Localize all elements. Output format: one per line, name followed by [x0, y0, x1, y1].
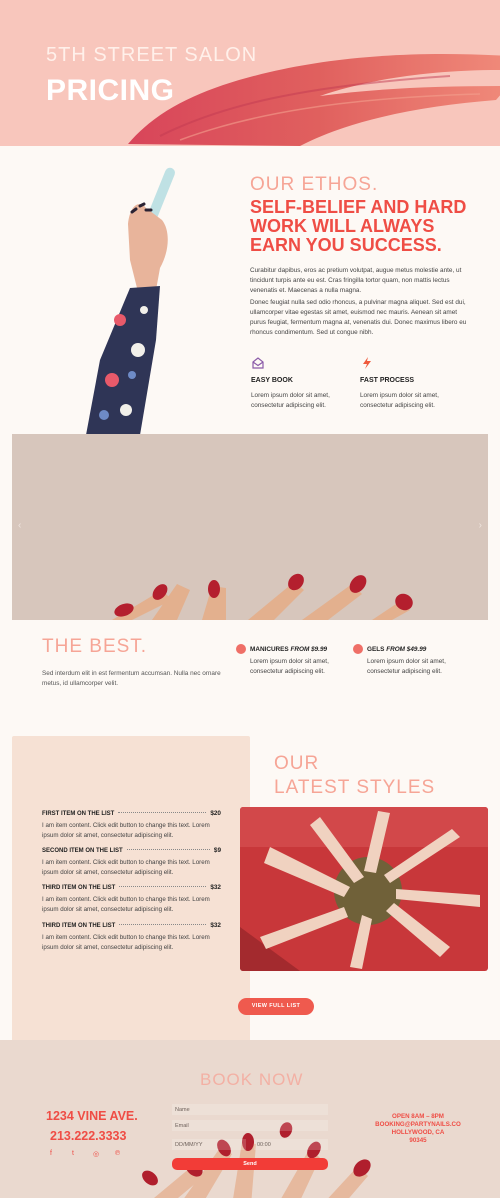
leader-dots: [126, 849, 210, 850]
best-title: THE BEST.: [42, 636, 148, 657]
book-now-title: BOOK NOW: [200, 1070, 304, 1089]
latest-styles-image: [240, 807, 488, 971]
arm-holding-nail-file-image: [86, 167, 175, 435]
ethos-paragraph: Curabitur dapibus, eros ac pretium volut…: [250, 267, 462, 294]
leader-dots: [119, 886, 207, 887]
hero-banner: 5TH STREET SALON PRICING: [0, 0, 500, 146]
page-title: PRICING: [46, 74, 175, 107]
service-price: FROM $9.99: [290, 646, 328, 653]
menu-item: SECOND ITEM ON THE LIST $9 I am item cont…: [42, 847, 221, 878]
phone-number[interactable]: 213.222.3333: [50, 1129, 126, 1143]
menu-item-name: SECOND ITEM ON THE LIST: [42, 848, 123, 854]
chevron-right-icon[interactable]: ›: [479, 520, 482, 531]
menu-item-desc: I am item content. Click edit button to …: [42, 896, 210, 913]
leader-dots: [118, 812, 207, 813]
opening-hours: OPEN 8AM – 8PM: [392, 1113, 444, 1120]
service-name: GELS: [367, 646, 385, 653]
address: 1234 VINE AVE.: [46, 1109, 138, 1123]
menu-item-desc: I am item content. Click edit button to …: [42, 859, 210, 876]
menu-item-name: FIRST ITEM ON THE LIST: [42, 811, 115, 817]
feature-title: FAST PROCESS: [360, 377, 415, 384]
time-field[interactable]: [254, 1139, 328, 1150]
city: HOLLYWOOD, CA: [391, 1129, 445, 1136]
bullet-icon: [236, 644, 246, 654]
ethos-eyebrow: OUR ETHOS.: [250, 174, 379, 195]
leader-dots: [119, 924, 207, 925]
image-slider[interactable]: ‹ ›: [12, 434, 488, 620]
ethos-headline: SELF-BELIEF AND HARD WORK WILL ALWAYS EA…: [250, 197, 467, 255]
menu-item-desc: I am item content. Click edit button to …: [42, 822, 210, 839]
service-text: Lorem ipsum dolor sit amet, consectetur …: [367, 658, 446, 675]
hero-eyebrow: 5TH STREET SALON: [46, 44, 258, 66]
bullet-icon: [353, 644, 363, 654]
service-text: Lorem ipsum dolor sit amet, consectetur …: [250, 658, 329, 675]
menu-item: THIRD ITEM ON THE LIST $32 I am item cont…: [42, 922, 221, 953]
view-full-list-button[interactable]: VIEW FULL LIST: [238, 998, 314, 1015]
pinterest-icon[interactable]: ℗: [115, 1150, 120, 1157]
menu-item-name: THIRD ITEM ON THE LIST: [42, 923, 116, 929]
menu-item-price: $9: [213, 847, 221, 854]
service-price: FROM $49.99: [386, 646, 427, 653]
menu-item-name: THIRD ITEM ON THE LIST: [42, 885, 116, 891]
best-text: Sed interdum elit in est fermentum accum…: [42, 670, 221, 687]
zip-code: 90345: [409, 1137, 427, 1144]
menu-item-price: $32: [210, 922, 221, 929]
menu-item: THIRD ITEM ON THE LIST $32 I am item cont…: [42, 884, 221, 915]
feature-easy-book: EASY BOOK Lorem ipsum dolor sit amet, co…: [251, 356, 356, 411]
feature-title: EASY BOOK: [251, 377, 293, 384]
instagram-icon[interactable]: ◎: [93, 1150, 99, 1158]
latest-styles-title: OUR LATEST STYLES: [274, 752, 435, 800]
twitter-icon[interactable]: t: [72, 1150, 74, 1157]
hands-circle-image: [240, 807, 488, 971]
menu-item-price: $32: [210, 884, 221, 891]
ethos-paragraph: Donec feugiat nulla sed odio rhoncus, a …: [250, 299, 467, 336]
menu-item-desc: I am item content. Click edit button to …: [42, 934, 210, 951]
send-button[interactable]: Send: [172, 1158, 328, 1170]
date-field[interactable]: [172, 1139, 246, 1150]
feature-text: Lorem ipsum dolor sit amet, consectetur …: [251, 392, 330, 409]
manicured-hands-image: [12, 434, 488, 620]
menu-item-price: $20: [210, 810, 221, 817]
envelope-icon: [252, 357, 264, 369]
feature-text: Lorem ipsum dolor sit amet, consectetur …: [360, 392, 439, 409]
latest-line-2: LATEST STYLES: [274, 777, 436, 798]
chevron-left-icon[interactable]: ‹: [18, 520, 21, 531]
menu-item: FIRST ITEM ON THE LIST $20 I am item cont…: [42, 810, 221, 841]
booking-email[interactable]: BOOKING@PARTYNAILS.CO: [370, 1121, 466, 1129]
contact-info: OPEN 8AM – 8PM BOOKING@PARTYNAILS.CO HOL…: [370, 1113, 466, 1145]
facebook-icon[interactable]: f: [50, 1150, 52, 1157]
name-field[interactable]: [172, 1104, 328, 1115]
lightning-icon: [363, 357, 371, 369]
service-name: MANICURES: [250, 646, 289, 653]
feature-fast-process: FAST PROCESS Lorem ipsum dolor sit amet,…: [360, 356, 465, 411]
email-field[interactable]: [172, 1120, 328, 1131]
latest-line-1: OUR: [274, 753, 320, 774]
